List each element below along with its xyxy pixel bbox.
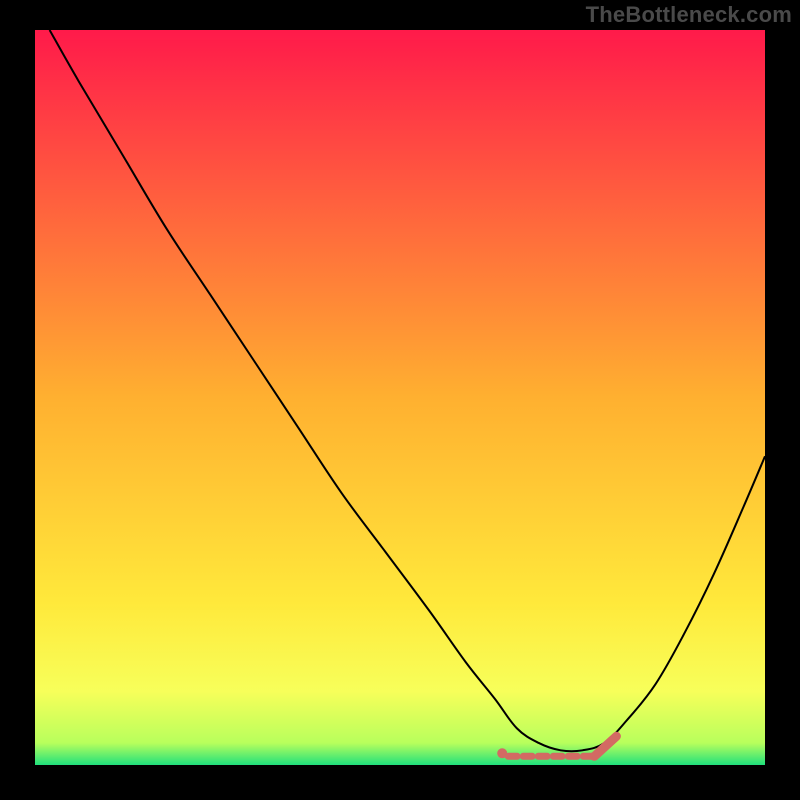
gradient-background <box>35 30 765 765</box>
chart-frame: TheBottleneck.com <box>0 0 800 800</box>
bottleneck-chart <box>35 30 765 765</box>
attribution-label: TheBottleneck.com <box>586 2 792 28</box>
plot-area <box>35 30 765 765</box>
